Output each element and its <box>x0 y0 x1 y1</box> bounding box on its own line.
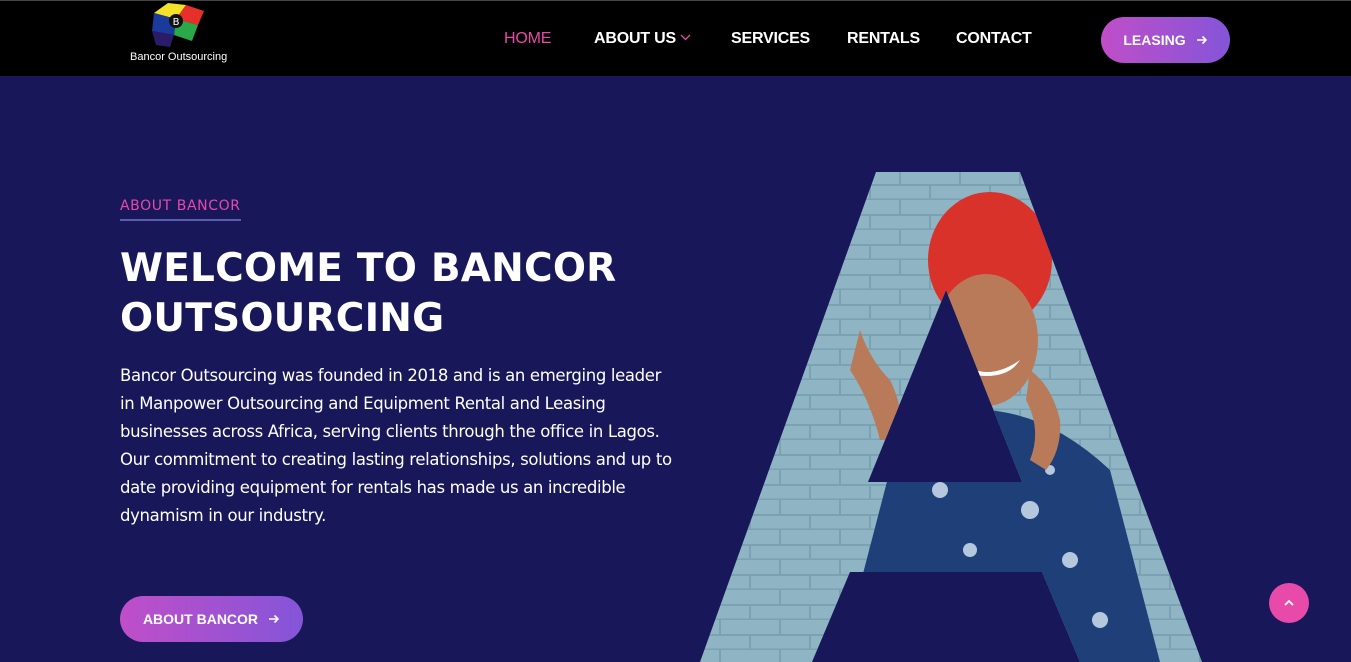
nav-item-about-us-label: ABOUT US <box>594 30 676 47</box>
hero-title-line-1: WELCOME TO BANCOR <box>120 246 617 291</box>
brand-logo[interactable]: B Bancor Outsourcing <box>124 1 244 71</box>
nav-item-rentals[interactable]: RENTALS <box>847 30 920 48</box>
letter-a-hero-image <box>700 172 1202 662</box>
brand-name: Bancor Outsourcing <box>130 51 228 63</box>
chevron-down-icon <box>680 34 691 41</box>
logo-letter: B <box>173 17 180 28</box>
arrow-right-icon <box>1196 35 1207 45</box>
about-bancor-button-label: ABOUT BANCOR <box>142 611 259 627</box>
section-eyebrow: ABOUT BANCOR <box>120 198 241 221</box>
about-bancor-button[interactable]: ABOUT BANCOR <box>120 596 303 642</box>
arrow-right-icon <box>269 614 280 624</box>
bancor-logo-icon: B <box>152 3 204 47</box>
hero-title-line-2: OUTSOURCING <box>120 296 445 341</box>
nav-item-about-us[interactable]: ABOUT US <box>594 30 691 48</box>
scroll-to-top-button[interactable] <box>1269 583 1309 623</box>
nav-item-home[interactable]: HOME <box>504 30 551 48</box>
hero-title: WELCOME TO BANCOR OUTSOURCING <box>120 244 680 344</box>
nav-item-contact[interactable]: CONTACT <box>956 30 1032 48</box>
top-navbar: B Bancor Outsourcing HOME ABOUT US SERVI… <box>0 0 1351 76</box>
hero-description: Bancor Outsourcing was founded in 2018 a… <box>120 366 672 525</box>
chevron-up-icon <box>1284 599 1294 606</box>
nav-item-services[interactable]: SERVICES <box>731 30 810 48</box>
leasing-button-label: LEASING <box>1123 32 1186 48</box>
leasing-button[interactable]: LEASING <box>1101 17 1230 63</box>
